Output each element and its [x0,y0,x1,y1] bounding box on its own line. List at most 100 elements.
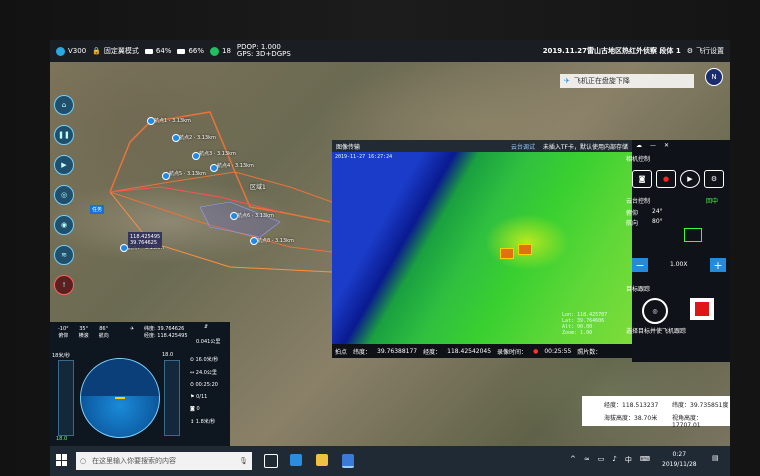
distance-flown: 24.0公里 [195,370,217,376]
compass-icon[interactable]: N [705,68,723,86]
play-icon: ▶ [687,175,693,183]
satellite-count: 18 [222,47,231,55]
overlay-timestamp: 2019-11-27 16:27:24 [335,154,393,160]
speed-icon: ⏲ [190,357,194,363]
settings-icon[interactable]: ⚙ [687,47,693,55]
playback-button[interactable]: ▶ [680,170,700,188]
close-icon[interactable]: ✕ [664,142,669,149]
photo-count-icon: ◙ [190,406,195,412]
pitch-angle-label: 俯仰 [58,333,69,339]
thermal-hotspot [500,248,514,259]
drone-position-icon: ✈ [130,326,135,332]
zoom-out-button[interactable]: − [632,258,648,272]
camera-icon: ◙ [638,175,646,183]
flight-settings-link[interactable]: 飞行设置 [696,46,724,56]
gimbal-reset-button[interactable]: 回中 [706,196,718,205]
wifi-icon[interactable]: ≈ [584,455,590,465]
keyboard-icon[interactable]: ⌨ [640,455,650,465]
notice-text: 未插入TF卡，默认使用内部存储 [542,143,628,151]
rec-time: 00:25:55 [544,347,572,355]
target-title: 目标跟踪 [626,286,651,293]
battery-icon[interactable]: ▭ [598,455,605,465]
top-status-bar: V300 🔒 固定翼模式 64% 66% 18 PDOP: 1.000 GPS: … [50,40,730,62]
warning-icon: ! [62,281,66,289]
stop-track-button[interactable] [690,298,714,320]
foot-lat: 39.76388177 [377,347,418,355]
track-target-button[interactable]: ◎ [642,298,668,324]
cursor-lon-label: 经度： [604,402,623,409]
lon-value: 118.425495 [157,333,188,339]
target-icon: ◎ [652,307,658,315]
flight-stats-list: ⏲ 16.0米/秒 ↔ 24.0公里 ⏱ 00:25:20 ⚑ 0/11 ◙ 0… [190,356,218,425]
edge-browser-icon[interactable] [290,454,302,466]
yaw-value: 80° [652,218,663,225]
orbit-icon: ◎ [60,191,68,199]
orbit-button[interactable]: ◎ [54,185,74,205]
photo-count: 0 [196,406,200,412]
waypoint-label: 航点1 · 3.13km [154,118,191,124]
waypoint-label: 航点8 · 3.13km [257,238,294,244]
waypoint-label: 航点2 · 3.13km [179,135,216,141]
task-view-icon[interactable] [264,454,278,468]
flight-mode[interactable]: 固定翼模式 [104,46,139,56]
emergency-button[interactable]: ! [54,275,74,295]
layers-icon: ≋ [61,251,67,259]
video-header: 图像传输 云台调试 未插入TF卡，默认使用内部存储 [332,140,632,152]
left-toolbar: ⌂ ❚❚ ▶ ◎ ◉ ≋ ! [54,95,74,295]
pitch-label: 俯仰 [626,210,639,217]
overlay-stats: Lon: 118.425707 Lat: 39.764606 Alt: 90.0… [562,312,607,336]
pause-button[interactable]: ❚❚ [54,125,74,145]
taskbar-clock[interactable]: 0:27 2019/11/28 [662,450,697,470]
camera-settings-button[interactable]: ⚙ [704,170,724,188]
settings-icon: ⚙ [710,175,718,183]
distance-flown-icon: ↔ [190,370,195,376]
clock-time: 0:27 [672,451,687,458]
microphone-icon[interactable]: 🎙 [239,457,248,465]
return-home-button[interactable]: ⌂ [54,95,74,115]
notifications-icon[interactable]: ▤ [712,454,719,462]
minimize-icon[interactable]: — [650,142,656,149]
taskbar-search-box[interactable]: ○ 在这里输入你要搜索的内容 🎙 [76,452,252,470]
lon-label: 经度 [144,333,155,339]
waypoint-progress: 0/11 [196,394,208,400]
flight-time: 00:25:20 [195,382,218,388]
volume-icon[interactable]: ♪ [612,455,616,465]
drone-model: V300 [68,47,87,55]
gimbal-debug-link[interactable]: 云台调试 [511,142,535,151]
attitude-values: -10° 俯仰 35° 横滚 86° 航向 [58,326,109,339]
photo-button[interactable]: ◙ [632,170,652,188]
ime-indicator[interactable]: 中 [625,455,632,465]
waypoint-label: 航点5 · 3.13km [169,171,206,177]
file-explorer-icon[interactable] [316,454,328,466]
altitude-bottom: 18.0 [56,436,68,442]
record-button[interactable]: ● [656,170,676,188]
lock-icon: 🔒 [92,47,101,55]
distance-value: 0.041公里 [196,339,221,345]
rec-dot-icon: ● [533,347,539,355]
plus-icon: + [713,258,723,272]
pitch-value: 24° [652,208,663,215]
start-icon: ▶ [61,161,67,169]
gimbal-title: 云台控制 [626,198,651,205]
mission-name[interactable]: 2019.11.27雷山古地区热红外侦察 段体 1 [543,46,681,56]
timer-icon: ⏱ [190,382,194,388]
windows-start-icon[interactable] [56,454,68,466]
record-icon: ● [662,175,670,183]
home-point-label[interactable]: 任务 [90,205,105,214]
ground-station-app-icon[interactable] [342,454,354,468]
battery-icon [144,48,153,54]
cloud-icon[interactable]: ☁ [636,142,642,149]
tray-arrow-icon[interactable]: ^ [570,455,576,465]
start-button[interactable]: ▶ [54,155,74,175]
coordinate-popup: 118.425495 39.764625 [128,232,163,248]
popup-lon: 39.764625 [130,240,158,246]
layers-button[interactable]: ≋ [54,245,74,265]
thermal-video-feed[interactable]: 2019-11-27 16:27:24 Lon: 118.425707 Lat:… [332,152,632,344]
aircraft-symbol [115,397,125,399]
gimbal-joystick[interactable] [684,228,702,242]
camera-mode-button[interactable]: ◉ [54,215,74,235]
camera-icon: ◉ [60,221,68,229]
zoom-in-button[interactable]: + [710,258,726,272]
vertical-speed: 1.8米/秒 [195,419,216,425]
target-hint: 选择目标并使飞机跟踪 [626,328,687,335]
